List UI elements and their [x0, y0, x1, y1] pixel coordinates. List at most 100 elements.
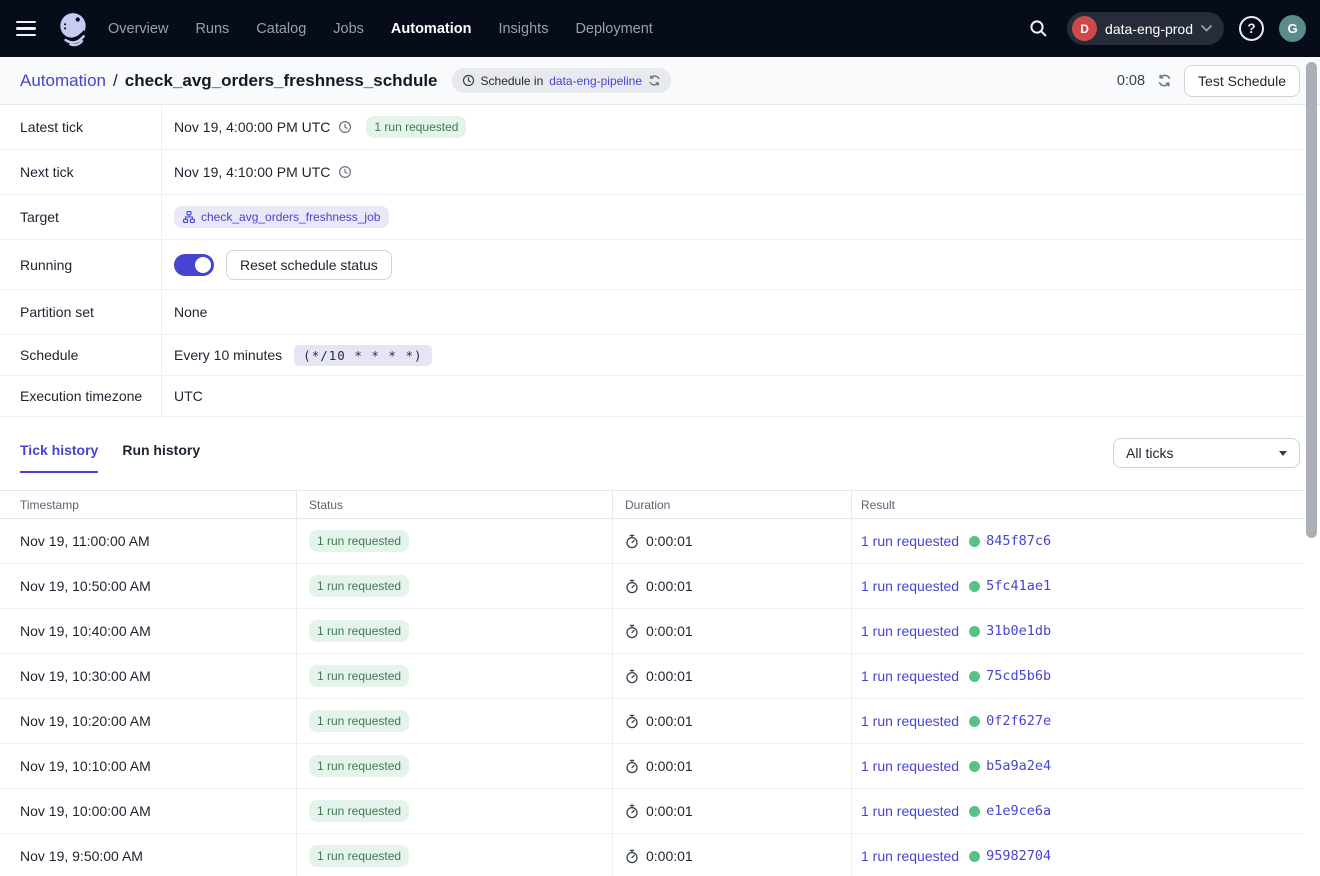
target-label: Target	[0, 195, 162, 239]
reload-location-icon[interactable]	[648, 74, 661, 87]
nav-item-deployment[interactable]: Deployment	[575, 21, 652, 37]
table-row: Nov 19, 10:50:00 AM 1 run requested 0:00…	[0, 564, 1304, 609]
running-toggle[interactable]	[174, 254, 214, 276]
vertical-scrollbar-thumb[interactable]	[1306, 62, 1317, 538]
tick-result-link[interactable]: 1 run requested	[861, 758, 959, 774]
run-id: 0f2f627e	[986, 713, 1051, 729]
table-row: Nov 19, 10:30:00 AM 1 run requested 0:00…	[0, 654, 1304, 699]
tick-timestamp: Nov 19, 10:30:00 AM	[20, 668, 151, 684]
schedule-description: Every 10 minutes	[174, 347, 282, 363]
run-id: b5a9a2e4	[986, 758, 1051, 774]
breadcrumb-automation-link[interactable]: Automation	[20, 71, 106, 91]
run-link[interactable]: 845f87c6	[969, 533, 1051, 549]
top-nav: Overview Runs Catalog Jobs Automation Insight…	[0, 0, 1320, 57]
schedule-in-label: Schedule in	[481, 74, 544, 88]
run-status-dot	[969, 806, 980, 817]
tick-result-link[interactable]: 1 run requested	[861, 848, 959, 864]
column-header-status: Status	[297, 491, 613, 518]
header-actions: 0:08 Test Schedule	[1117, 65, 1300, 97]
menu-icon[interactable]	[16, 21, 40, 37]
next-tick-label: Next tick	[0, 150, 162, 194]
deployment-name: data-eng-prod	[1105, 21, 1193, 37]
schedule-details: Latest tick Nov 19, 4:00:00 PM UTC 1 run…	[0, 105, 1304, 417]
tick-result-link[interactable]: 1 run requested	[861, 623, 959, 639]
table-row: Nov 19, 10:20:00 AM 1 run requested 0:00…	[0, 699, 1304, 744]
table-row: Nov 19, 9:50:00 AM 1 run requested 0:00:…	[0, 834, 1304, 876]
dagster-logo-icon[interactable]	[54, 10, 92, 48]
target-job-name: check_avg_orders_freshness_job	[201, 210, 380, 224]
nav-item-insights[interactable]: Insights	[498, 21, 548, 37]
run-status-dot	[969, 626, 980, 637]
column-header-result: Result	[852, 491, 1304, 518]
run-link[interactable]: 75cd5b6b	[969, 668, 1051, 684]
deployment-switcher[interactable]: D data-eng-prod	[1067, 12, 1224, 45]
nav-item-jobs[interactable]: Jobs	[333, 21, 364, 37]
table-row: Nov 19, 10:40:00 AM 1 run requested 0:00…	[0, 609, 1304, 654]
run-id: 31b0e1db	[986, 623, 1051, 639]
tick-duration: 0:00:01	[646, 533, 693, 549]
refresh-countdown: 0:08	[1117, 73, 1145, 89]
reset-schedule-status-button[interactable]: Reset schedule status	[226, 250, 392, 280]
latest-tick-status-badge: 1 run requested	[366, 116, 466, 138]
user-avatar[interactable]: G	[1279, 15, 1306, 42]
run-link[interactable]: 5fc41ae1	[969, 578, 1051, 594]
test-schedule-button[interactable]: Test Schedule	[1184, 65, 1300, 97]
run-status-dot	[969, 671, 980, 682]
tick-result-link[interactable]: 1 run requested	[861, 668, 959, 684]
tick-table-body: Nov 19, 11:00:00 AM 1 run requested 0:00…	[0, 519, 1304, 876]
latest-tick-time: Nov 19, 4:00:00 PM UTC	[174, 119, 330, 135]
nav-item-runs[interactable]: Runs	[195, 21, 229, 37]
ticks-filter-select[interactable]: All ticks	[1113, 438, 1300, 468]
stopwatch-icon	[625, 759, 639, 774]
pipeline-link[interactable]: data-eng-pipeline	[549, 74, 642, 88]
clock-icon	[338, 165, 352, 179]
tick-status-badge: 1 run requested	[309, 755, 409, 777]
tick-status-badge: 1 run requested	[309, 800, 409, 822]
run-id: 75cd5b6b	[986, 668, 1051, 684]
tick-timestamp: Nov 19, 10:00:00 AM	[20, 803, 151, 819]
schedule-label: Schedule	[0, 335, 162, 375]
next-tick-time: Nov 19, 4:10:00 PM UTC	[174, 164, 330, 180]
tick-duration: 0:00:01	[646, 848, 693, 864]
run-status-dot	[969, 581, 980, 592]
tick-result-link[interactable]: 1 run requested	[861, 803, 959, 819]
target-job-link[interactable]: check_avg_orders_freshness_job	[174, 206, 389, 228]
tick-result-link[interactable]: 1 run requested	[861, 578, 959, 594]
tick-status-badge: 1 run requested	[309, 575, 409, 597]
stopwatch-icon	[625, 669, 639, 684]
tick-duration: 0:00:01	[646, 803, 693, 819]
execution-timezone-value: UTC	[174, 388, 203, 404]
help-icon[interactable]: ?	[1239, 16, 1264, 41]
tick-result-link[interactable]: 1 run requested	[861, 713, 959, 729]
running-label: Running	[0, 240, 162, 289]
nav-item-overview[interactable]: Overview	[108, 21, 168, 37]
history-tabs-bar: Tick history Run history All ticks	[0, 417, 1320, 473]
tab-tick-history[interactable]: Tick history	[20, 442, 98, 473]
run-id: 5fc41ae1	[986, 578, 1051, 594]
table-header: Timestamp Status Duration Result	[0, 490, 1304, 519]
tick-duration: 0:00:01	[646, 713, 693, 729]
detail-row-target: Target check_avg_orders_freshness_job	[0, 195, 1304, 240]
detail-row-next-tick: Next tick Nov 19, 4:10:00 PM UTC	[0, 150, 1304, 195]
run-link[interactable]: 0f2f627e	[969, 713, 1051, 729]
tick-result-link[interactable]: 1 run requested	[861, 533, 959, 549]
tick-duration: 0:00:01	[646, 758, 693, 774]
run-link[interactable]: e1e9ce6a	[969, 803, 1051, 819]
ticks-filter-value: All ticks	[1126, 445, 1173, 461]
detail-row-schedule: Schedule Every 10 minutes (*/10 * * * *)	[0, 335, 1304, 376]
nav-item-catalog[interactable]: Catalog	[256, 21, 306, 37]
clock-icon	[338, 120, 352, 134]
table-row: Nov 19, 11:00:00 AM 1 run requested 0:00…	[0, 519, 1304, 564]
nav-item-automation[interactable]: Automation	[391, 21, 472, 37]
breadcrumb-separator: /	[113, 71, 118, 91]
run-link[interactable]: b5a9a2e4	[969, 758, 1051, 774]
stopwatch-icon	[625, 714, 639, 729]
run-link[interactable]: 31b0e1db	[969, 623, 1051, 639]
refresh-icon[interactable]	[1157, 73, 1172, 88]
run-link[interactable]: 95982704	[969, 848, 1051, 864]
detail-row-running: Running Reset schedule status	[0, 240, 1304, 290]
search-icon[interactable]	[1024, 15, 1052, 43]
stopwatch-icon	[625, 849, 639, 864]
tab-run-history[interactable]: Run history	[122, 442, 200, 473]
run-status-dot	[969, 851, 980, 862]
